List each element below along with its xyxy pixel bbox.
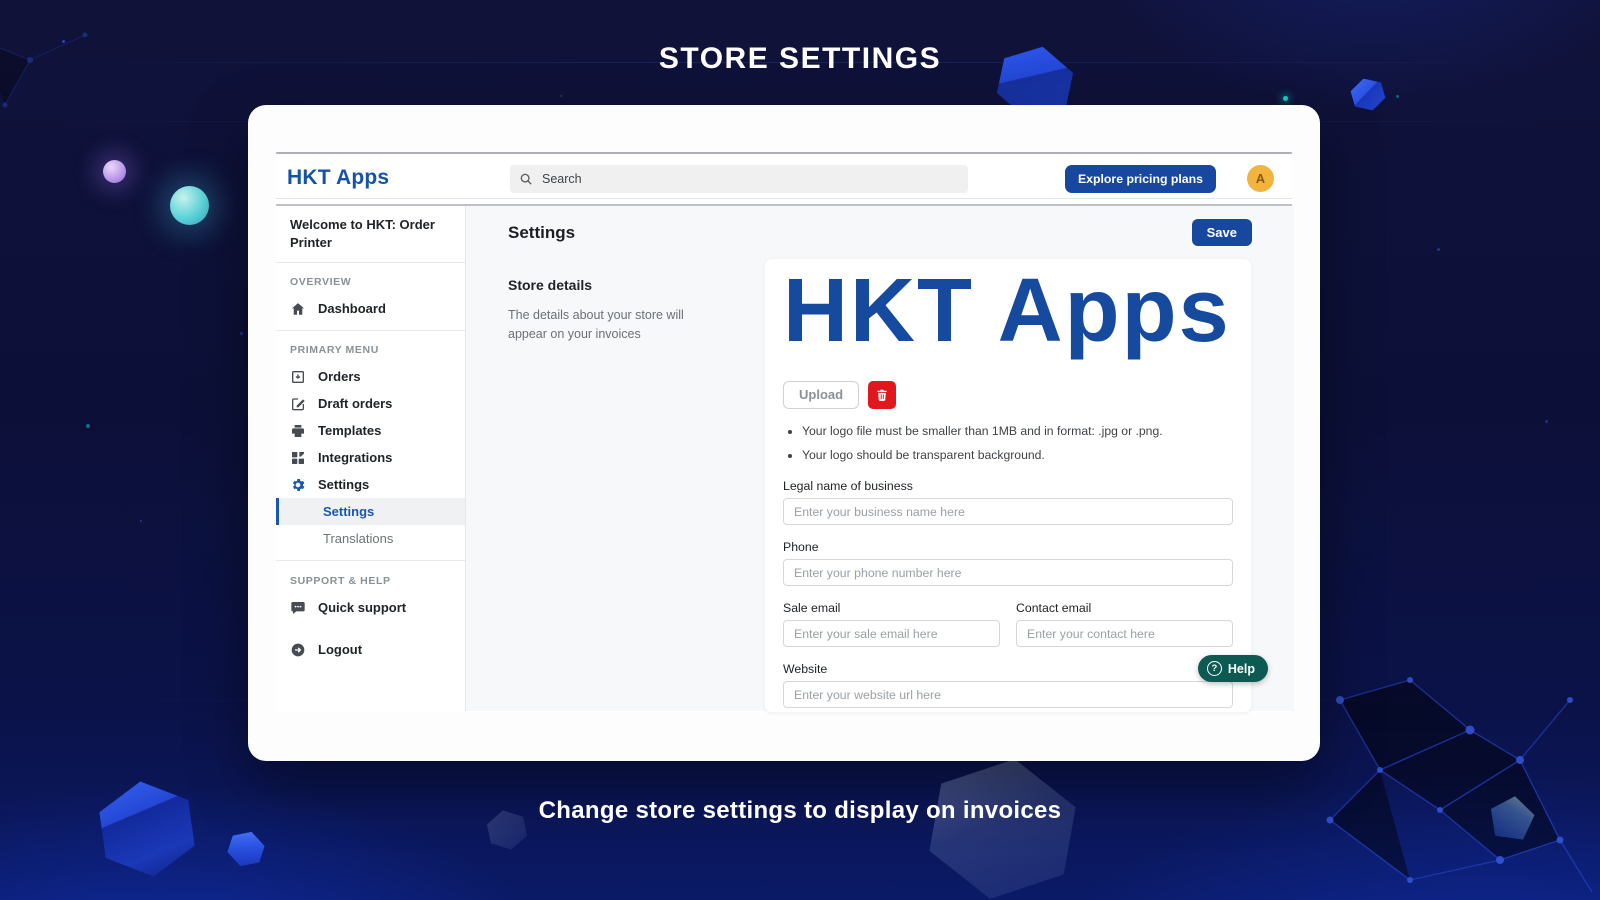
glow-sphere-purple xyxy=(103,160,126,183)
sidebar-item-orders[interactable]: Orders xyxy=(276,363,465,390)
explore-pricing-button[interactable]: Explore pricing plans xyxy=(1065,165,1216,193)
sidebar-item-integrations[interactable]: Integrations xyxy=(276,444,465,471)
network-plexus-decoration xyxy=(1320,670,1600,900)
store-logo-preview: HKT Apps xyxy=(783,269,1233,355)
business-name-label: Legal name of business xyxy=(783,479,1233,493)
sidebar-item-quick-support[interactable]: Quick support xyxy=(276,594,465,621)
sidebar-item-templates[interactable]: Templates xyxy=(276,417,465,444)
draft-edit-icon xyxy=(290,396,306,412)
decor-polyhedron-bottom-left-small xyxy=(222,826,269,872)
search-bar[interactable] xyxy=(510,165,968,193)
welcome-text: Welcome to HKT: Order Printer xyxy=(276,206,465,263)
section-title: Store details xyxy=(508,277,724,293)
logo-note: Your logo should be transparent backgrou… xyxy=(802,446,1233,464)
app-window-card: HKT Apps Explore pricing plans A Welcome… xyxy=(248,105,1320,761)
caption-text: Change store settings to display on invo… xyxy=(0,797,1600,825)
help-button[interactable]: ? Help xyxy=(1198,655,1268,682)
sidebar-item-logout[interactable]: Logout xyxy=(276,636,465,663)
chat-bubble-icon xyxy=(290,600,306,616)
upload-button[interactable]: Upload xyxy=(783,381,859,409)
section-label-support: SUPPORT & HELP xyxy=(290,575,451,587)
logo-notes: Your logo file must be smaller than 1MB … xyxy=(802,422,1233,465)
glow-sphere-cyan xyxy=(170,186,209,225)
store-details-panel: HKT Apps Upload Your logo file must be s… xyxy=(764,258,1252,713)
integrations-blocks-icon xyxy=(290,450,306,466)
orders-tray-icon xyxy=(290,369,306,385)
logo-note: Your logo file must be smaller than 1MB … xyxy=(802,422,1233,440)
gear-icon xyxy=(290,477,306,493)
app-screenshot: HKT Apps Explore pricing plans A Welcome… xyxy=(276,158,1292,713)
search-input[interactable] xyxy=(542,172,959,186)
page-heading: Settings xyxy=(508,223,575,243)
search-icon xyxy=(519,172,533,186)
sale-email-label: Sale email xyxy=(783,601,1000,615)
page-title: STORE SETTINGS xyxy=(0,42,1600,76)
printer-icon xyxy=(290,423,306,439)
phone-field[interactable] xyxy=(783,559,1233,586)
website-label: Website xyxy=(783,662,1233,676)
app-header: HKT Apps Explore pricing plans A xyxy=(276,158,1292,199)
contact-email-field[interactable] xyxy=(1016,620,1233,647)
website-field[interactable] xyxy=(783,681,1233,708)
business-name-field[interactable] xyxy=(783,498,1233,525)
page: STORE SETTINGS HKT Apps Explore pricing … xyxy=(0,0,1600,900)
sidebar-item-dashboard[interactable]: Dashboard xyxy=(276,295,465,322)
trash-icon xyxy=(875,388,889,402)
sidebar-subitem-settings[interactable]: Settings xyxy=(276,498,465,525)
contact-email-label: Contact email xyxy=(1016,601,1233,615)
section-description: The details about your store will appear… xyxy=(508,306,724,344)
section-label-primary-menu: PRIMARY MENU xyxy=(290,344,451,356)
app-logo[interactable]: HKT Apps xyxy=(287,166,389,190)
sidebar-subitem-translations[interactable]: Translations xyxy=(276,525,465,552)
delete-logo-button[interactable] xyxy=(868,381,896,409)
question-mark-icon: ? xyxy=(1207,661,1222,676)
avatar[interactable]: A xyxy=(1247,165,1274,192)
save-button[interactable]: Save xyxy=(1192,219,1252,246)
sale-email-field[interactable] xyxy=(783,620,1000,647)
settings-content: Settings Save Store details The details … xyxy=(466,206,1294,711)
decor-cube-small xyxy=(1346,74,1390,116)
phone-label: Phone xyxy=(783,540,1233,554)
section-label-overview: OVERVIEW xyxy=(290,276,451,288)
decor-polyhedron-bottom-left xyxy=(90,774,204,883)
logout-arrow-icon xyxy=(290,642,306,658)
sidebar: Welcome to HKT: Order Printer OVERVIEW D… xyxy=(276,206,466,711)
home-icon xyxy=(290,301,306,317)
sidebar-item-settings[interactable]: Settings xyxy=(276,471,465,498)
sidebar-item-draft-orders[interactable]: Draft orders xyxy=(276,390,465,417)
